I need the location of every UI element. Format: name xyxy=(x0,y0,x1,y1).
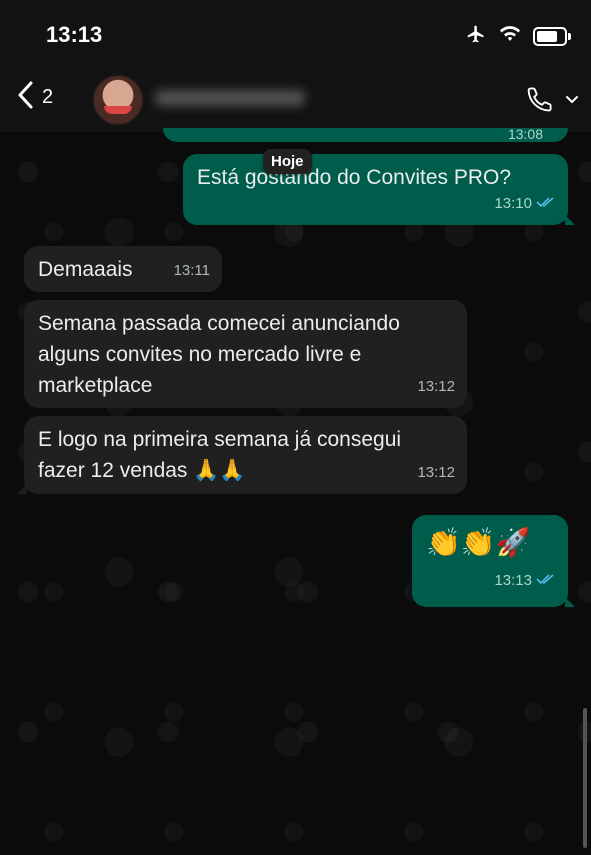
message-meta: 13:11 xyxy=(174,255,210,286)
message-meta: 13:12 xyxy=(417,371,455,402)
scrollbar[interactable] xyxy=(583,708,587,848)
message-text: Semana passada comecei anunciando alguns… xyxy=(38,312,400,397)
back-button[interactable]: 2 xyxy=(16,80,53,115)
message-bubble-incoming[interactable]: Semana passada comecei anunciando alguns… xyxy=(24,300,467,408)
message-bubble-incoming[interactable]: E logo na primeira semana já consegui fa… xyxy=(17,416,467,494)
message-time: 13:11 xyxy=(173,262,210,279)
airplane-icon xyxy=(465,24,487,49)
message-time: 13:10 xyxy=(494,195,532,212)
status-bar: 13:13 xyxy=(0,0,591,70)
chevron-down-icon[interactable] xyxy=(565,92,579,110)
battery-icon xyxy=(533,27,571,46)
message-meta: 13:10 xyxy=(494,188,556,219)
contact-name[interactable] xyxy=(155,90,305,106)
message-time: 13:12 xyxy=(417,464,455,481)
message-text: E logo na primeira semana já consegui fa… xyxy=(38,428,402,482)
date-separator: Hoje xyxy=(263,149,312,174)
message-text: 👏👏🚀 xyxy=(426,527,531,558)
message-bubble-outgoing[interactable]: Está gostando do Convites PRO? 13:10 xyxy=(183,154,575,225)
message-bubble-incoming[interactable]: Demaaais 13:11 xyxy=(24,246,222,292)
chat-header: 2 xyxy=(0,70,591,132)
message-time: 13:13 xyxy=(494,572,532,589)
message-bubble-outgoing[interactable]: 👏👏🚀 13:13 xyxy=(412,515,575,607)
message-meta: 13:13 xyxy=(494,561,556,601)
message-time: 13:12 xyxy=(417,378,455,395)
unread-count: 2 xyxy=(42,86,54,108)
previous-message-time: 13:08 xyxy=(507,126,543,142)
message-meta: 13:12 xyxy=(417,457,455,488)
wifi-icon xyxy=(499,25,521,48)
double-check-icon xyxy=(536,188,556,219)
double-check-icon xyxy=(536,561,556,601)
chevron-left-icon xyxy=(16,80,34,115)
phone-icon[interactable] xyxy=(525,84,555,119)
status-icons xyxy=(465,24,571,49)
avatar[interactable] xyxy=(92,74,144,126)
status-time: 13:13 xyxy=(46,22,103,47)
